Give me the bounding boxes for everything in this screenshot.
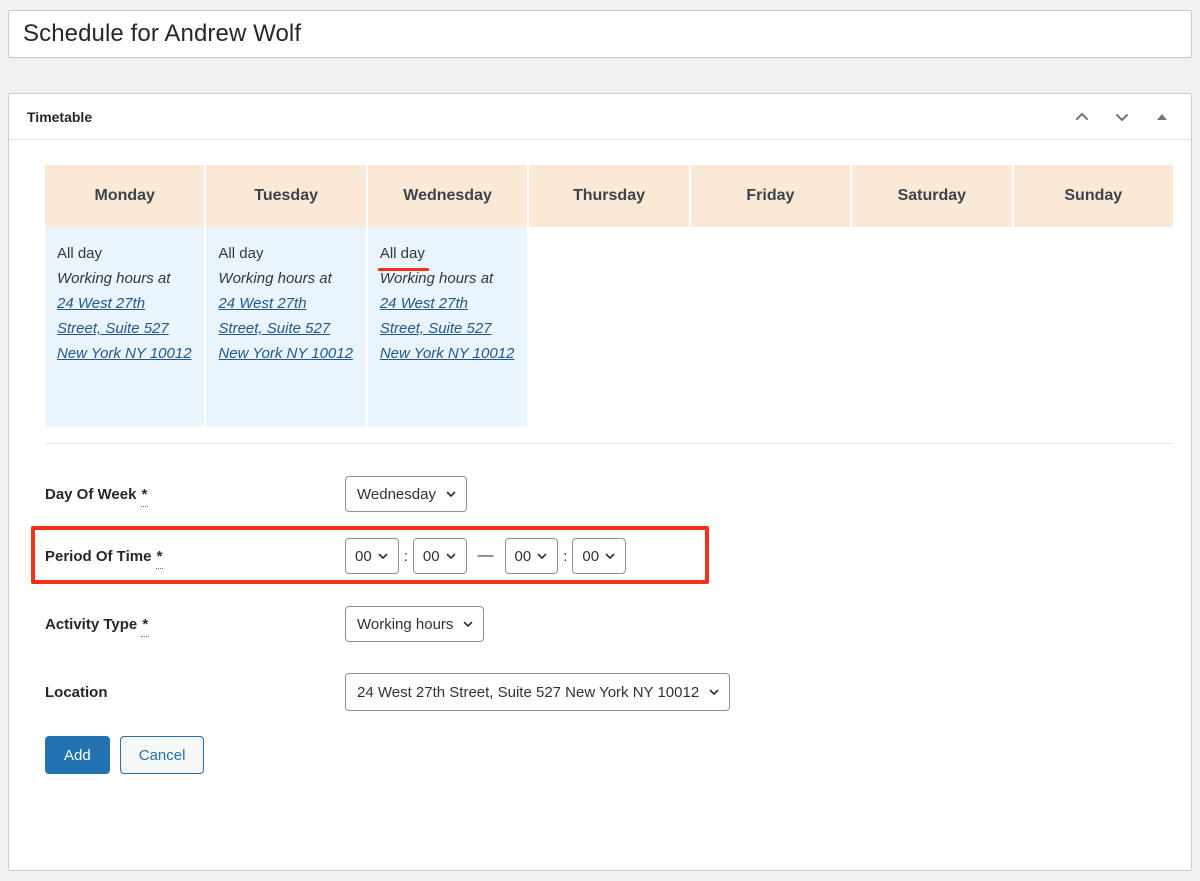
location-link[interactable]: 24 West 27th Street, Suite 527 New York … [380,295,515,362]
schedule-page: Schedule for Andrew Wolf Timetable Monda… [0,0,1200,881]
start-minute-select[interactable]: 00 [413,538,467,574]
activity-type-label: Activity Type * [45,616,345,633]
chevron-down-icon [445,488,457,500]
end-minute-select[interactable]: 00 [572,538,626,574]
location-label-text: Location [45,684,108,701]
activity-label: Working hours at [380,270,493,287]
end-minute-value: 00 [582,548,599,565]
period-of-time-controls: 00 : 00 — [345,538,626,574]
form-row-location: Location 24 West 27th Street, Suite 527 … [45,670,1145,714]
end-hour-select[interactable]: 00 [505,538,559,574]
location-link[interactable]: 24 West 27th Street, Suite 527 New York … [57,295,192,362]
chevron-down-icon [604,550,616,562]
required-marker: * [141,616,149,633]
day-cell-sunday [1014,227,1173,427]
day-header-sunday: Sunday [1014,165,1173,227]
day-header-monday: Monday [45,165,204,227]
location-select[interactable]: 24 West 27th Street, Suite 527 New York … [345,673,730,711]
location-value: 24 West 27th Street, Suite 527 New York … [357,684,699,701]
day-cell-thursday [529,227,688,427]
form-row-activity-type: Activity Type * Working hours [45,602,1145,646]
end-hour-value: 00 [515,548,532,565]
chevron-down-icon [462,618,474,630]
day-cell-saturday [852,227,1011,427]
day-header-friday: Friday [691,165,850,227]
chevron-down-icon [445,550,457,562]
required-marker: * [141,486,149,503]
location-link[interactable]: 24 West 27th Street, Suite 527 New York … [218,295,353,362]
start-time-separator: : [403,548,409,565]
panel-body: Monday Tuesday Wednesday Thursday Friday… [9,140,1191,870]
day-of-week-select[interactable]: Wednesday [345,476,467,512]
time-range-separator: — [471,547,501,565]
schedule-form: Day Of Week * Wednesday Period Of Time [45,472,1145,714]
activity-type-select[interactable]: Working hours [345,606,484,642]
day-of-week-label-text: Day Of Week [45,486,136,503]
activity-type-label-text: Activity Type [45,616,137,633]
period-of-time-label: Period Of Time * [45,548,345,565]
timetable-panel: Timetable Monday Tuesday Wednesday Thurs… [8,93,1192,871]
day-cell-friday [691,227,850,427]
section-divider [45,443,1173,444]
location-label: Location [45,684,345,701]
period-of-time-label-text: Period Of Time [45,548,151,565]
timetable-grid: Monday Tuesday Wednesday Thursday Friday… [45,165,1173,427]
start-minute-value: 00 [423,548,440,565]
add-button[interactable]: Add [45,736,110,774]
day-of-week-value: Wednesday [357,486,436,503]
activity-type-value: Working hours [357,616,453,633]
start-hour-value: 00 [355,548,372,565]
chevron-down-icon [708,686,720,698]
panel-title: Timetable [27,109,92,125]
start-hour-select[interactable]: 00 [345,538,399,574]
page-title: Schedule for Andrew Wolf [23,20,301,48]
form-row-day-of-week: Day Of Week * Wednesday [45,472,1145,516]
move-up-icon[interactable] [1067,102,1097,132]
all-day-label: All day [380,241,425,266]
activity-label: Working hours at [57,270,170,287]
day-header-thursday: Thursday [529,165,688,227]
day-cell-wednesday: All day Working hours at 24 West 27th St… [368,227,527,427]
panel-header: Timetable [9,94,1191,140]
move-down-icon[interactable] [1107,102,1137,132]
chevron-down-icon [377,550,389,562]
cancel-button[interactable]: Cancel [120,736,205,774]
all-day-label: All day [57,241,102,266]
day-header-tuesday: Tuesday [206,165,365,227]
activity-label: Working hours at [218,270,331,287]
day-cell-monday: All day Working hours at 24 West 27th St… [45,227,204,427]
day-of-week-label: Day Of Week * [45,486,345,503]
form-actions: Add Cancel [45,736,1173,774]
day-header-saturday: Saturday [852,165,1011,227]
chevron-down-icon [536,550,548,562]
page-title-bar: Schedule for Andrew Wolf [8,10,1192,58]
form-row-period-of-time: Period Of Time * 00 : 00 [45,534,1145,578]
toggle-panel-icon[interactable] [1147,102,1177,132]
required-marker: * [156,548,164,565]
end-time-separator: : [562,548,568,565]
day-cell-tuesday: All day Working hours at 24 West 27th St… [206,227,365,427]
panel-header-actions [1067,102,1177,132]
all-day-label: All day [218,241,263,266]
day-header-wednesday: Wednesday [368,165,527,227]
